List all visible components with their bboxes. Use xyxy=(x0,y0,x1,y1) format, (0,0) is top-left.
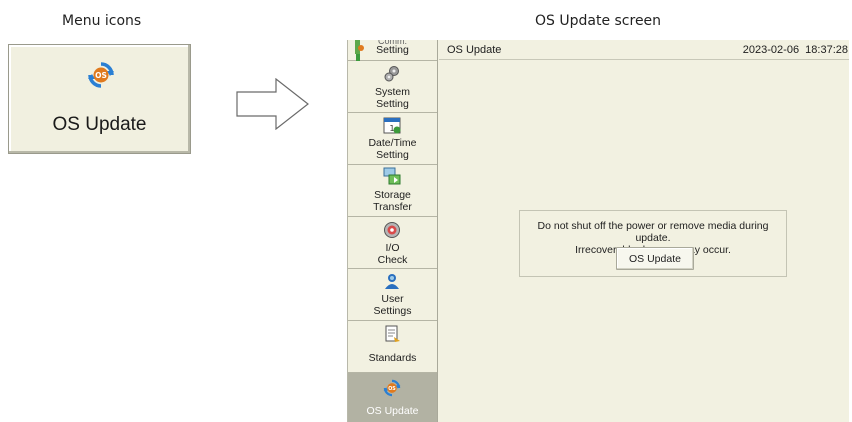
sidebar-item-system-setting[interactable]: System Setting xyxy=(348,61,437,113)
os-update-screen: Comm. Setting System Setting 1 Date/Time… xyxy=(347,40,849,422)
calendar-icon: 1 xyxy=(383,117,401,134)
svg-text:OS: OS xyxy=(388,386,396,392)
os-update-icon: OS xyxy=(383,379,401,397)
sidebar-item-os-update[interactable]: OS OS Update xyxy=(348,373,437,422)
io-check-icon xyxy=(384,222,400,238)
datetime-readout: 2023-02-06 18:37:28 xyxy=(742,44,848,56)
os-update-icon: OS xyxy=(88,62,114,88)
sidebar-item-label: Standards xyxy=(368,352,417,364)
sidebar-item-storage-transfer[interactable]: Storage Transfer xyxy=(348,165,437,217)
user-icon xyxy=(385,274,399,289)
sidebar-item-label: System Setting xyxy=(374,86,410,110)
sidebar-item-label: Storage Transfer xyxy=(373,189,412,213)
sidebar-item-standards[interactable]: Standards xyxy=(348,321,437,373)
storage-transfer-icon xyxy=(383,167,401,185)
sidebar-item-date-time-setting[interactable]: 1 Date/Time Setting xyxy=(348,113,437,165)
menu-icons-caption: Menu icons xyxy=(62,13,142,29)
main-panel: OS Update 2023-02-06 18:37:28 Do not shu… xyxy=(439,40,849,422)
sidebar-item-user-settings[interactable]: User Settings xyxy=(348,269,437,321)
os-update-button[interactable]: OS Update xyxy=(616,247,694,270)
sidebar-item-label: OS Update xyxy=(366,405,419,417)
os-update-screen-caption: OS Update screen xyxy=(535,13,662,29)
svg-text:OS: OS xyxy=(95,71,107,80)
update-warning-dialog: Do not shut off the power or remove medi… xyxy=(519,210,787,277)
sidebar: Comm. Setting System Setting 1 Date/Time… xyxy=(348,40,438,422)
os-update-menu-label: OS Update xyxy=(52,114,147,135)
sidebar-item-comm-setting[interactable]: Comm. Setting xyxy=(348,40,437,74)
right-arrow-icon xyxy=(236,78,309,130)
os-update-menu-icon-tile[interactable]: OS OS Update xyxy=(8,44,191,154)
page-title: OS Update xyxy=(447,44,502,56)
document-icon xyxy=(385,325,400,342)
sidebar-item-label: I/O Check xyxy=(377,242,408,266)
sidebar-item-io-check[interactable]: I/O Check xyxy=(348,217,437,269)
svg-text:1: 1 xyxy=(389,124,394,133)
title-bar: OS Update 2023-02-06 18:37:28 xyxy=(439,40,849,60)
gear-icon xyxy=(384,66,399,82)
sidebar-item-label: User Settings xyxy=(373,293,412,317)
sidebar-item-label: Comm. Setting xyxy=(376,40,409,56)
sidebar-item-label: Date/Time Setting xyxy=(368,137,417,161)
warning-line-1: Do not shut off the power or remove medi… xyxy=(537,220,769,244)
